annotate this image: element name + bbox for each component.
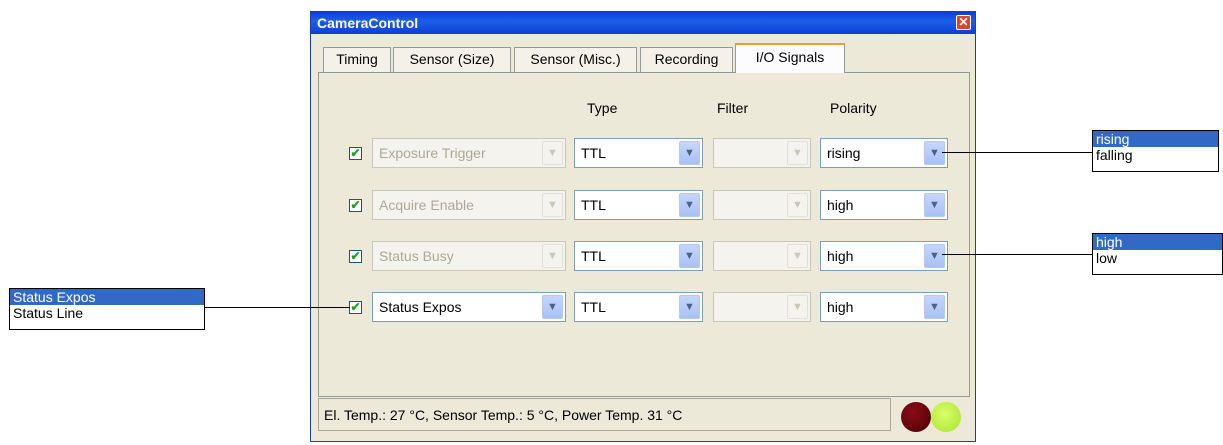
type-select-status-expos[interactable]: TTL ▼ — [574, 292, 703, 322]
type-value: TTL — [581, 197, 606, 213]
chevron-down-icon: ▼ — [542, 244, 563, 268]
tab-recording[interactable]: Recording — [640, 47, 733, 72]
polarity-value: high — [827, 197, 854, 213]
polarity-select-acquire-enable[interactable]: high ▼ — [820, 190, 948, 220]
io-signals-panel — [318, 72, 970, 397]
signal-value: Exposure Trigger — [379, 145, 486, 161]
filter-select-acquire-enable: ▼ — [713, 190, 811, 220]
close-icon: ✕ — [958, 15, 969, 29]
tab-sensor-misc[interactable]: Sensor (Misc.) — [514, 47, 637, 72]
tab-timing[interactable]: Timing — [323, 47, 391, 72]
chevron-down-icon[interactable]: ▼ — [924, 141, 945, 165]
polarity-value: high — [827, 299, 854, 315]
signal-value: Acquire Enable — [379, 197, 474, 213]
list-item[interactable]: Status Expos — [10, 289, 204, 305]
callout-line-polarity-edge — [942, 152, 1092, 153]
list-item[interactable]: low — [1093, 250, 1222, 266]
list-item[interactable]: falling — [1093, 147, 1218, 163]
chevron-down-icon[interactable]: ▼ — [679, 141, 700, 165]
type-value: TTL — [581, 299, 606, 315]
type-value: TTL — [581, 248, 606, 264]
chevron-down-icon: ▼ — [542, 193, 563, 217]
status-busy-checkbox[interactable]: ✔ — [349, 250, 362, 263]
exposure-trigger-checkbox[interactable]: ✔ — [349, 147, 362, 160]
signal-value: Status Busy — [379, 248, 454, 264]
polarity-select-status-expos[interactable]: high ▼ — [820, 292, 948, 322]
chevron-down-icon[interactable]: ▼ — [924, 193, 945, 217]
tab-label: I/O Signals — [755, 49, 825, 65]
chevron-down-icon: ▼ — [787, 193, 808, 217]
signal-select-status-busy: Status Busy ▼ — [372, 241, 566, 271]
green-status-led — [931, 402, 961, 432]
type-select-exposure-trigger[interactable]: TTL ▼ — [574, 138, 703, 168]
chevron-down-icon[interactable]: ▼ — [542, 295, 563, 319]
chevron-down-icon[interactable]: ▼ — [924, 295, 945, 319]
chevron-down-icon[interactable]: ▼ — [924, 244, 945, 268]
temperature-status-text: El. Temp.: 27 °C, Sensor Temp.: 5 °C, Po… — [324, 407, 683, 423]
camera-control-window: CameraControl ✕ Timing Sensor (Size) Sen… — [310, 11, 976, 442]
tab-io-signals[interactable]: I/O Signals — [735, 43, 845, 73]
red-status-led — [901, 402, 931, 432]
type-select-status-busy[interactable]: TTL ▼ — [574, 241, 703, 271]
window-title: CameraControl — [317, 15, 419, 31]
type-column-header: Type — [587, 100, 618, 116]
polarity-value: high — [827, 248, 854, 264]
chevron-down-icon: ▼ — [542, 141, 563, 165]
polarity-value: rising — [827, 145, 861, 161]
title-bar[interactable]: CameraControl ✕ — [311, 12, 975, 34]
status-signal-dropdown-list: Status Expos Status Line — [9, 288, 205, 330]
tab-label: Timing — [336, 51, 378, 67]
tab-sensor-size[interactable]: Sensor (Size) — [393, 47, 511, 72]
signal-select-status-expos[interactable]: Status Expos ▼ — [372, 292, 566, 322]
checkmark-icon: ✔ — [350, 146, 361, 160]
polarity-select-exposure-trigger[interactable]: rising ▼ — [820, 138, 948, 168]
chevron-down-icon[interactable]: ▼ — [679, 193, 700, 217]
filter-column-header: Filter — [717, 100, 749, 116]
close-button[interactable]: ✕ — [956, 15, 971, 30]
status-expos-checkbox[interactable]: ✔ — [349, 301, 362, 314]
list-item[interactable]: rising — [1093, 131, 1218, 147]
filter-select-status-expos: ▼ — [713, 292, 811, 322]
polarity-column-header: Polarity — [830, 100, 877, 116]
callout-line-status-signal — [205, 307, 350, 308]
signal-select-acquire-enable: Acquire Enable ▼ — [372, 190, 566, 220]
signal-value: Status Expos — [379, 299, 462, 315]
tab-label: Sensor (Size) — [409, 51, 495, 67]
chevron-down-icon[interactable]: ▼ — [679, 244, 700, 268]
polarity-select-status-busy[interactable]: high ▼ — [820, 241, 948, 271]
checkmark-icon: ✔ — [350, 300, 361, 314]
signal-select-exposure-trigger: Exposure Trigger ▼ — [372, 138, 566, 168]
polarity-edge-dropdown-list: rising falling — [1092, 130, 1219, 172]
checkmark-icon: ✔ — [350, 198, 361, 212]
chevron-down-icon: ▼ — [787, 295, 808, 319]
checkmark-icon: ✔ — [350, 249, 361, 263]
acquire-enable-checkbox[interactable]: ✔ — [349, 199, 362, 212]
type-select-acquire-enable[interactable]: TTL ▼ — [574, 190, 703, 220]
type-value: TTL — [581, 145, 606, 161]
chevron-down-icon: ▼ — [787, 141, 808, 165]
callout-line-polarity-level — [942, 254, 1092, 255]
filter-select-status-busy: ▼ — [713, 241, 811, 271]
chevron-down-icon: ▼ — [787, 244, 808, 268]
polarity-level-dropdown-list: high low — [1092, 233, 1223, 275]
tab-label: Recording — [654, 51, 719, 67]
status-bar: El. Temp.: 27 °C, Sensor Temp.: 5 °C, Po… — [318, 398, 891, 431]
filter-select-exposure-trigger: ▼ — [713, 138, 811, 168]
tab-label: Sensor (Misc.) — [530, 51, 621, 67]
list-item[interactable]: Status Line — [10, 305, 204, 321]
list-item[interactable]: high — [1093, 234, 1222, 250]
chevron-down-icon[interactable]: ▼ — [679, 295, 700, 319]
